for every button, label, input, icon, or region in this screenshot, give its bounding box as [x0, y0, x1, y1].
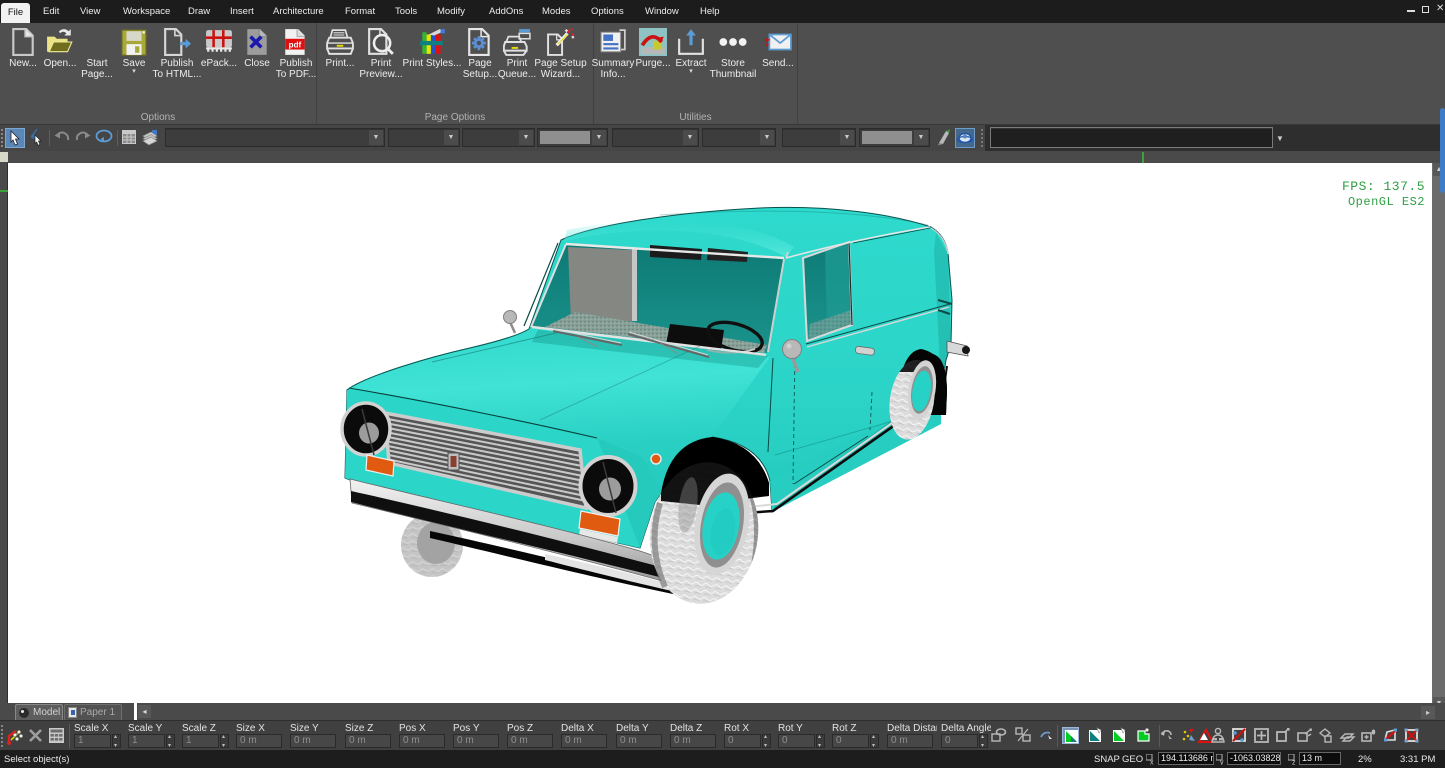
- svg-text:x: x: [1150, 760, 1154, 766]
- svg-text:z: z: [1292, 760, 1296, 766]
- svg-text:y: y: [1220, 760, 1224, 766]
- svg-text:pdf: pdf: [289, 40, 302, 49]
